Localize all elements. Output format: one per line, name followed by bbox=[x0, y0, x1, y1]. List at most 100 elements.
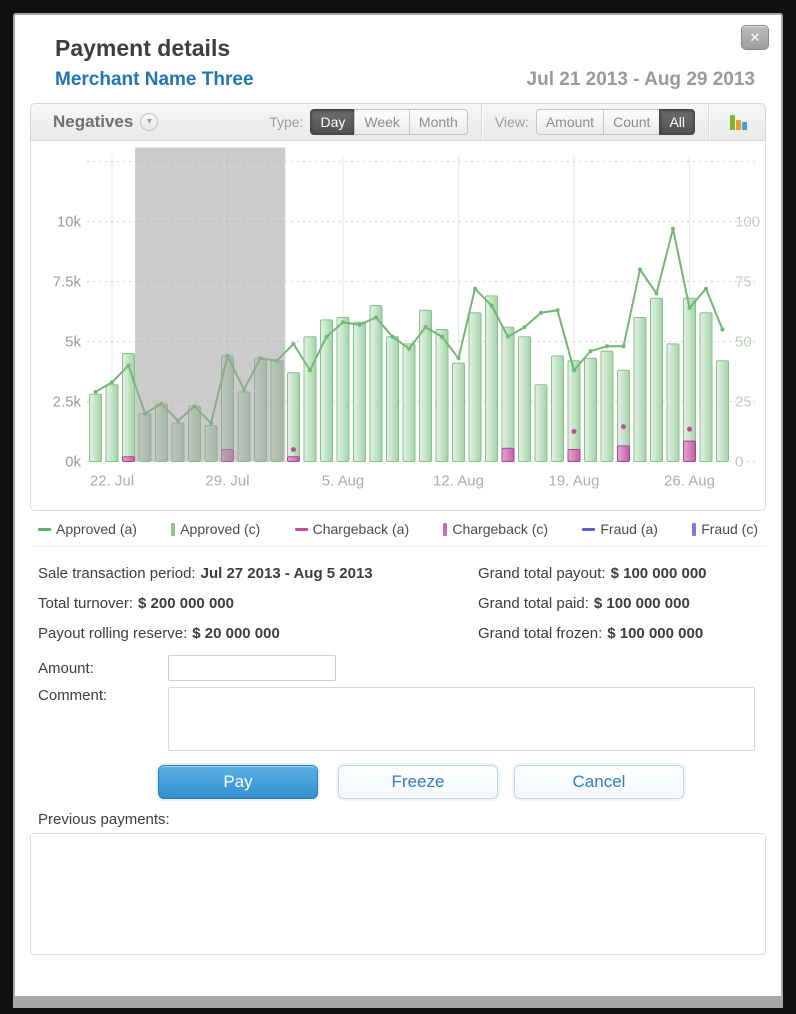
negatives-chart[interactable]: 0k 2.5k 5k 7.5k 10k 0 25 50 75 100 22. Jul 29. Jul 5… bbox=[31, 141, 765, 510]
page-title: Payment details bbox=[55, 35, 781, 62]
type-option-day[interactable]: Day bbox=[310, 109, 355, 135]
toolbar-divider bbox=[708, 104, 709, 140]
svg-text:5k: 5k bbox=[65, 334, 81, 351]
chart-panel: 0k 2.5k 5k 7.5k 10k 0 25 50 75 100 22. Jul 29. Jul 5… bbox=[30, 141, 766, 511]
totals-left-column: Sale transaction period: Jul 27 2013 - Au… bbox=[38, 559, 478, 649]
view-label: View: bbox=[495, 114, 529, 130]
legend-item-fraud-c[interactable]: Fraud (c) bbox=[692, 521, 758, 537]
comment-row: Comment: bbox=[38, 687, 755, 751]
legend-item-fraud-a[interactable]: Fraud (a) bbox=[582, 521, 658, 537]
previous-payments-label: Previous payments: bbox=[38, 811, 781, 828]
legend-item-chargeback-a[interactable]: Chargeback (a) bbox=[295, 521, 410, 537]
svg-text:10k: 10k bbox=[57, 214, 82, 231]
type-option-week[interactable]: Week bbox=[354, 109, 410, 135]
window-bottom-edge bbox=[13, 998, 783, 1008]
type-segmented-control: DayWeekMonth bbox=[310, 109, 467, 135]
grand-total-paid-row: Grand total paid: $ 100 000 000 bbox=[478, 589, 755, 619]
legend-item-approved-c[interactable]: Approved (c) bbox=[171, 521, 260, 537]
totals-section: Sale transaction period: Jul 27 2013 - Au… bbox=[38, 559, 755, 649]
svg-text:29. Jul: 29. Jul bbox=[205, 473, 249, 490]
negatives-dropdown[interactable]: Negatives ▾ bbox=[53, 112, 158, 132]
chart-legend: Approved (a) Approved (c) Chargeback (a) Ch… bbox=[30, 521, 766, 547]
amount-row: Amount: bbox=[38, 655, 755, 681]
payment-form: Amount: Comment: Pay Freeze Cancel bbox=[38, 655, 755, 799]
field-value: $ 20 000 000 bbox=[192, 625, 280, 642]
payment-details-modal: ✕ Payment details Merchant Name Three Ju… bbox=[13, 13, 783, 998]
legend-label: Chargeback (c) bbox=[452, 521, 548, 537]
field-value: $ 100 000 000 bbox=[594, 595, 690, 612]
svg-text:75: 75 bbox=[735, 274, 752, 291]
view-option-amount[interactable]: Amount bbox=[536, 109, 604, 135]
svg-text:26. Aug: 26. Aug bbox=[664, 473, 715, 490]
total-turnover-row: Total turnover: $ 200 000 000 bbox=[38, 589, 478, 619]
svg-text:5. Aug: 5. Aug bbox=[322, 473, 365, 490]
svg-text:7.5k: 7.5k bbox=[53, 274, 82, 291]
svg-text:100: 100 bbox=[735, 214, 760, 231]
bar-chart-icon-bar bbox=[730, 115, 735, 130]
legend-label: Approved (c) bbox=[180, 521, 260, 537]
previous-payments-list bbox=[30, 833, 766, 955]
date-range: Jul 21 2013 - Aug 29 2013 bbox=[527, 69, 755, 91]
field-label: Grand total paid: bbox=[478, 595, 589, 612]
toolbar-divider bbox=[481, 104, 482, 140]
action-buttons: Pay Freeze Cancel bbox=[158, 765, 755, 799]
bar-chart-icon-bar bbox=[742, 122, 747, 130]
legend-item-chargeback-c[interactable]: Chargeback (c) bbox=[443, 521, 548, 537]
view-option-all[interactable]: All bbox=[659, 109, 695, 135]
grand-total-frozen-row: Grand total frozen: $ 100 000 000 bbox=[478, 619, 755, 649]
payout-rolling-reserve-row: Payout rolling reserve: $ 20 000 000 bbox=[38, 619, 478, 649]
negatives-label: Negatives bbox=[53, 112, 133, 132]
svg-text:50: 50 bbox=[735, 334, 752, 351]
field-value: $ 100 000 000 bbox=[611, 565, 707, 582]
view-option-count[interactable]: Count bbox=[603, 109, 660, 135]
svg-text:22. Jul: 22. Jul bbox=[90, 473, 134, 490]
legend-marker-icon bbox=[38, 528, 51, 531]
close-icon: ✕ bbox=[750, 30, 761, 46]
field-label: Grand total frozen: bbox=[478, 625, 602, 642]
field-value: $ 100 000 000 bbox=[607, 625, 703, 642]
type-option-month[interactable]: Month bbox=[409, 109, 468, 135]
legend-marker-icon bbox=[295, 528, 308, 531]
field-label: Grand total payout: bbox=[478, 565, 606, 582]
type-label: Type: bbox=[269, 114, 303, 130]
svg-text:0k: 0k bbox=[65, 454, 81, 471]
svg-text:2.5k: 2.5k bbox=[53, 394, 82, 411]
amount-field[interactable] bbox=[168, 655, 336, 681]
field-value: Jul 27 2013 - Aug 5 2013 bbox=[201, 565, 373, 582]
header-subrow: Merchant Name Three Jul 21 2013 - Aug 29… bbox=[55, 69, 755, 91]
merchant-link[interactable]: Merchant Name Three bbox=[55, 69, 254, 91]
legend-label: Fraud (a) bbox=[600, 521, 658, 537]
legend-label: Fraud (c) bbox=[701, 521, 758, 537]
comment-field[interactable] bbox=[168, 687, 755, 751]
legend-marker-icon bbox=[692, 523, 696, 536]
svg-text:12. Aug: 12. Aug bbox=[433, 473, 484, 490]
pay-button[interactable]: Pay bbox=[158, 765, 318, 799]
svg-text:25: 25 bbox=[735, 394, 752, 411]
sale-transaction-period-row: Sale transaction period: Jul 27 2013 - Au… bbox=[38, 559, 478, 589]
svg-text:0: 0 bbox=[735, 454, 743, 471]
field-label: Payout rolling reserve: bbox=[38, 625, 187, 642]
amount-label: Amount: bbox=[38, 660, 168, 677]
legend-marker-icon bbox=[443, 523, 447, 536]
legend-marker-icon bbox=[582, 528, 595, 531]
svg-text:19. Aug: 19. Aug bbox=[549, 473, 600, 490]
grand-total-payout-row: Grand total payout: $ 100 000 000 bbox=[478, 559, 755, 589]
cancel-button[interactable]: Cancel bbox=[514, 765, 684, 799]
comment-label: Comment: bbox=[38, 687, 168, 704]
bar-chart-icon-bar bbox=[736, 120, 741, 130]
legend-item-approved-a[interactable]: Approved (a) bbox=[38, 521, 137, 537]
totals-right-column: Grand total payout: $ 100 000 000 Grand t… bbox=[478, 559, 755, 649]
legend-label: Approved (a) bbox=[56, 521, 137, 537]
bar-chart-icon[interactable] bbox=[730, 114, 747, 130]
page-background: ✕ Payment details Merchant Name Three Ju… bbox=[0, 0, 796, 1014]
field-label: Sale transaction period: bbox=[38, 565, 196, 582]
view-segmented-control: AmountCountAll bbox=[536, 109, 695, 135]
legend-label: Chargeback (a) bbox=[313, 521, 410, 537]
legend-marker-icon bbox=[171, 523, 175, 536]
chart-toolbar: Negatives ▾ Type: DayWeekMonth View: Amo… bbox=[30, 103, 766, 141]
field-label: Total turnover: bbox=[38, 595, 133, 612]
field-value: $ 200 000 000 bbox=[138, 595, 234, 612]
freeze-button[interactable]: Freeze bbox=[338, 765, 498, 799]
chevron-down-icon: ▾ bbox=[140, 113, 158, 131]
close-button[interactable]: ✕ bbox=[741, 25, 769, 50]
